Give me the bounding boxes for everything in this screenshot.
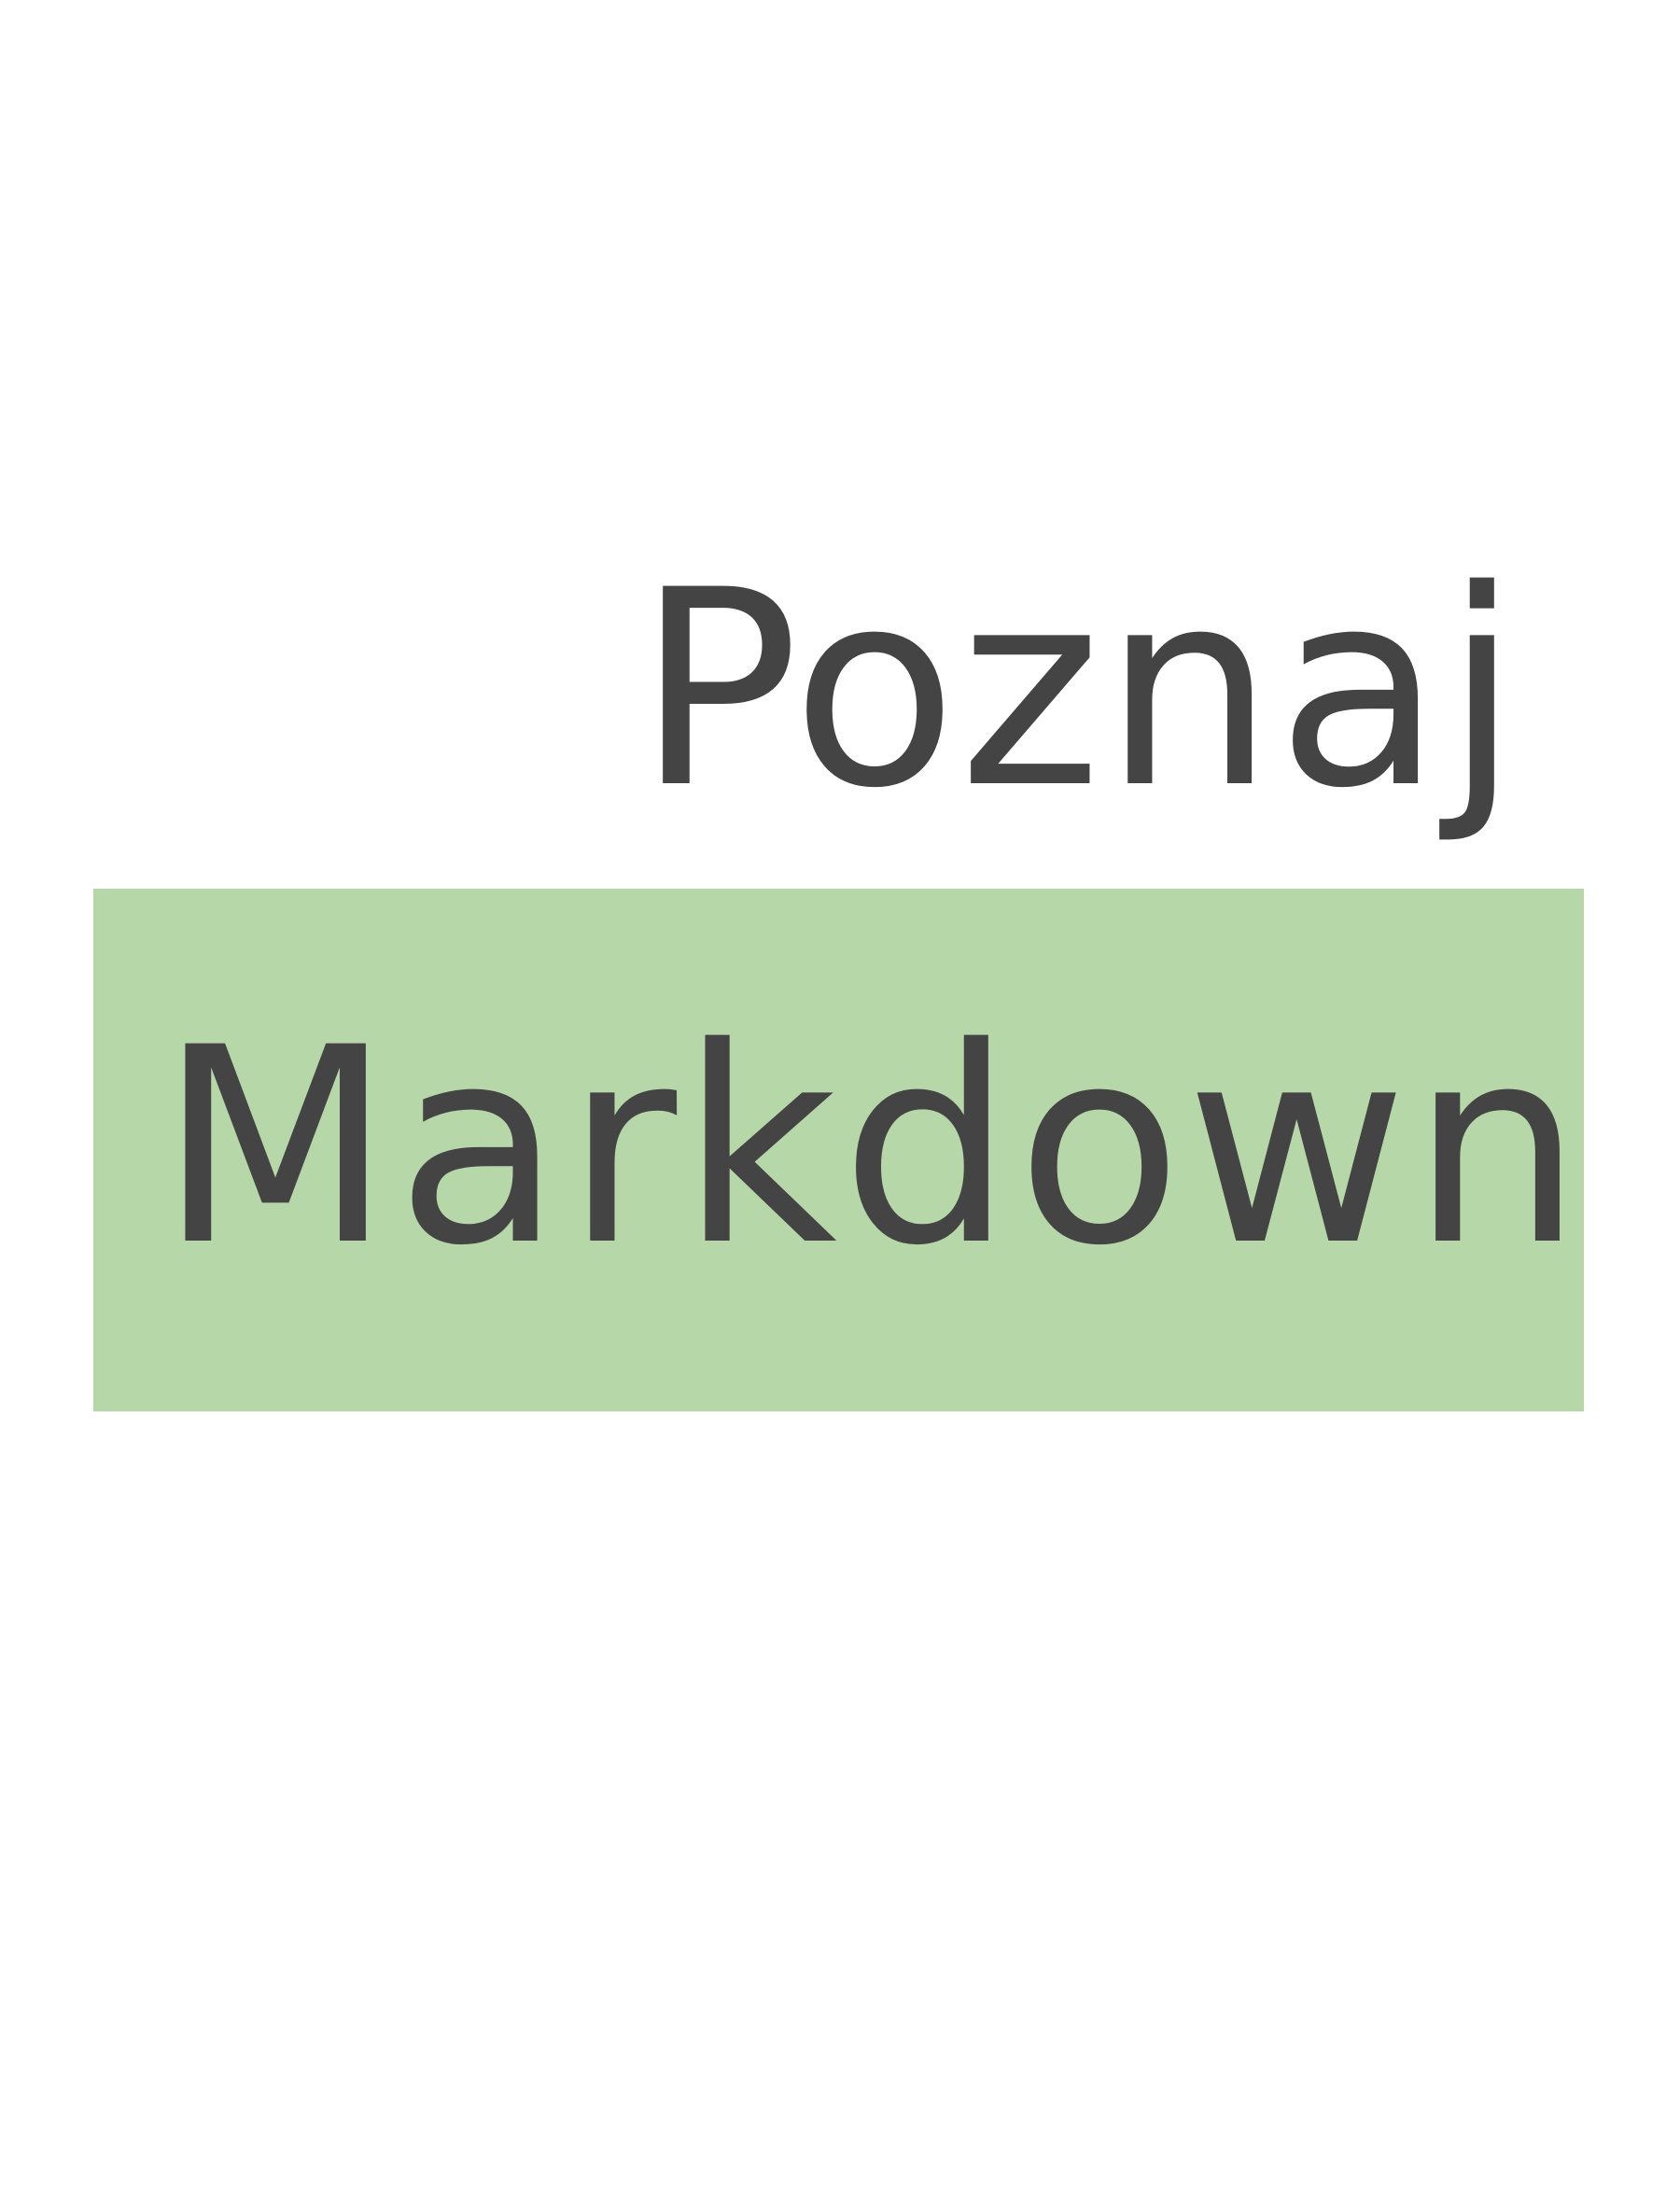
- title-line-1: Poznaj: [636, 533, 1521, 848]
- cover-page: Poznaj Markdown: [0, 0, 1680, 2203]
- title-line-2: Markdown: [159, 990, 1587, 1305]
